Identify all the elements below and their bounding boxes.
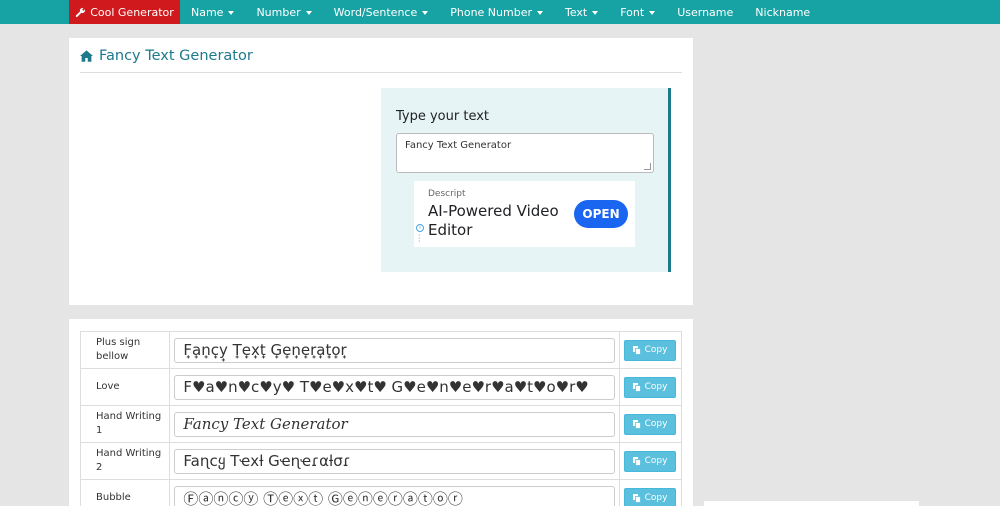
top-navbar: Cool Generator Name Number Word/Sentence…	[0, 0, 1000, 24]
table-row: Hand Writing 1 Fancy Text Generator Copy	[79, 405, 682, 443]
style-name: Hand Writing 1	[79, 405, 171, 443]
home-icon	[80, 50, 93, 62]
style-name: Hand Writing 2	[79, 442, 171, 480]
caret-down-icon	[422, 10, 429, 15]
brand-link[interactable]: Cool Generator	[69, 0, 180, 24]
page-title: Fancy Text Generator	[80, 48, 253, 64]
page-title-text: Fancy Text Generator	[99, 48, 253, 64]
nav-item-text[interactable]: Text	[554, 0, 609, 24]
output-field[interactable]: Ⓕⓐⓝⓒⓨ Ⓣⓔⓧⓣ Ⓖⓔⓝⓔⓡⓐⓣⓞⓡ	[174, 485, 615, 506]
copy-button[interactable]: Copy	[624, 339, 676, 361]
nav-item-label: Name	[191, 5, 224, 19]
table-row: Hand Writing 2 Faɳcყ Tҽxƚ Gҽɳҽɾαƚσɾ Copy	[79, 442, 682, 480]
caret-down-icon	[649, 10, 656, 15]
results-table: Plus sign bellow F̟a̟n̟c̟y̟ T̟e̟x̟t̟ G̟e…	[79, 331, 682, 506]
output-field[interactable]: Fancy Text Generator	[174, 411, 615, 437]
resize-grip-icon[interactable]	[644, 163, 651, 170]
text-input-box: Type your text Fancy Text Generator Desc…	[381, 88, 671, 272]
copy-button[interactable]: Copy	[624, 450, 676, 472]
wrench-icon	[75, 7, 86, 17]
nav-item-word-sentence[interactable]: Word/Sentence	[323, 0, 440, 24]
nav-item-label: Username	[677, 5, 734, 19]
sidebar-widget	[704, 501, 919, 506]
copy-label: Copy	[644, 419, 668, 429]
ad-open-button[interactable]: OPEN	[574, 200, 628, 228]
style-name: Plus sign bellow	[79, 331, 171, 369]
caret-down-icon	[537, 10, 543, 15]
ad-banner[interactable]: Descript AI-Powered Video Editor OPEN i …	[414, 181, 635, 247]
caret-down-icon	[305, 10, 312, 15]
results-panel: Plus sign bellow F̟a̟n̟c̟y̟ T̟e̟x̟t̟ G̟e…	[69, 319, 693, 506]
copy-label: Copy	[644, 345, 668, 355]
copy-button[interactable]: Copy	[624, 487, 676, 506]
style-name: Love	[79, 368, 171, 406]
nav-item-label: Number	[256, 5, 301, 19]
style-name: Bubble	[79, 479, 171, 506]
nav-item-nickname[interactable]: Nickname	[744, 0, 821, 24]
copy-label: Copy	[644, 382, 668, 392]
copy-label: Copy	[644, 493, 668, 503]
ad-headline[interactable]: AI-Powered Video Editor	[428, 202, 578, 240]
text-input-value: Fancy Text Generator	[405, 140, 512, 151]
output-field[interactable]: Faɳcყ Tҽxƚ Gҽɳҽɾαƚσɾ	[174, 448, 615, 474]
nav-item-label: Phone Number	[450, 5, 532, 19]
output-field[interactable]: F♥a♥n♥c♥y♥ T♥e♥x♥t♥ G♥e♥n♥e♥r♥a♥t♥o♥r♥	[174, 374, 615, 400]
input-label: Type your text	[396, 109, 490, 124]
copy-label: Copy	[644, 456, 668, 466]
table-row: Plus sign bellow F̟a̟n̟c̟y̟ T̟e̟x̟t̟ G̟e…	[79, 331, 682, 369]
nav-item-name[interactable]: Name	[180, 0, 245, 24]
copy-icon	[632, 382, 641, 392]
generator-panel: Fancy Text Generator Type your text Fanc…	[69, 38, 693, 305]
nav-item-label: Nickname	[755, 5, 811, 19]
ad-menu-icon[interactable]: · · ·	[418, 232, 421, 246]
copy-icon	[632, 345, 641, 355]
divider	[80, 72, 682, 73]
nav-item-label: Font	[620, 5, 645, 19]
nav-item-username[interactable]: Username	[666, 0, 744, 24]
nav-item-label: Text	[565, 5, 588, 19]
copy-icon	[632, 493, 641, 503]
text-input[interactable]: Fancy Text Generator	[396, 133, 654, 173]
copy-icon	[632, 456, 641, 466]
brand-label: Cool Generator	[90, 5, 174, 19]
copy-button[interactable]: Copy	[624, 376, 676, 398]
table-row: Love F♥a♥n♥c♥y♥ T♥e♥x♥t♥ G♥e♥n♥e♥r♥a♥t♥o…	[79, 368, 682, 406]
nav-item-label: Word/Sentence	[333, 5, 418, 19]
nav-item-phone-number[interactable]: Phone Number	[439, 0, 554, 24]
caret-down-icon	[228, 10, 235, 15]
ad-sponsor: Descript	[428, 189, 466, 199]
nav-item-number[interactable]: Number	[245, 0, 322, 24]
nav-item-font[interactable]: Font	[609, 0, 666, 24]
copy-icon	[632, 419, 641, 429]
output-field[interactable]: F̟a̟n̟c̟y̟ T̟e̟x̟t̟ G̟e̟n̟e̟r̟a̟t̟o̟r̟	[174, 337, 615, 363]
caret-down-icon	[592, 10, 599, 15]
table-row: Bubble Ⓕⓐⓝⓒⓨ Ⓣⓔⓧⓣ Ⓖⓔⓝⓔⓡⓐⓣⓞⓡ Copy	[79, 479, 682, 506]
copy-button[interactable]: Copy	[624, 413, 676, 435]
